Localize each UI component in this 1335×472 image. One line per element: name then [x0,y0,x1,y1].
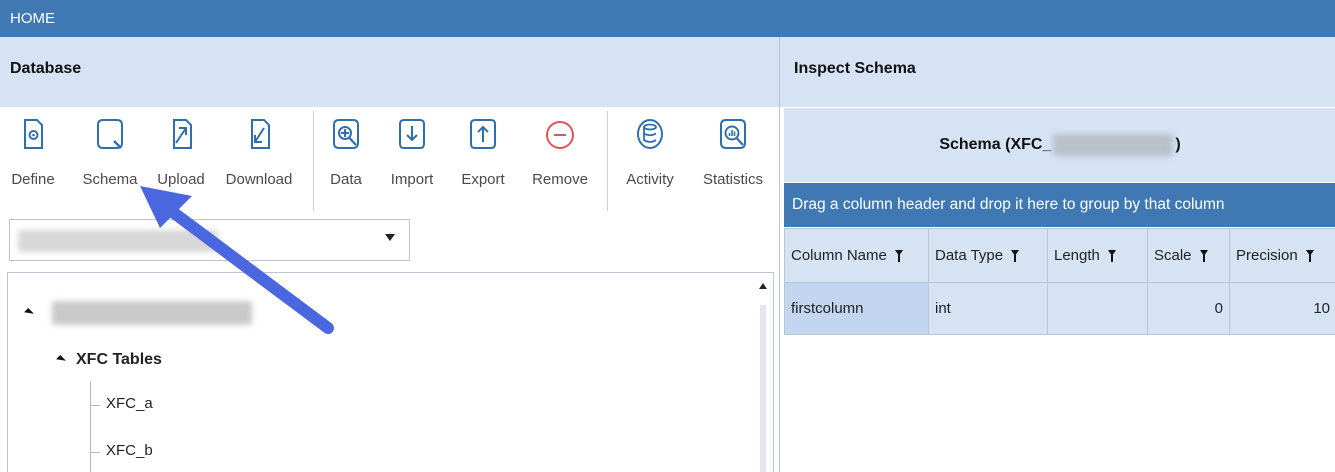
statistics-icon [720,119,746,149]
download-button[interactable]: Download [214,107,304,217]
statistics-label: Statistics [702,171,763,188]
tree-guide-line [90,452,100,453]
data-label: Data [330,171,362,188]
schema-icon [97,119,123,149]
column-header-label: Scale [1154,247,1192,264]
cell-precision[interactable]: 10 [1229,282,1335,335]
export-label: Export [461,171,505,188]
cell-scale[interactable]: 0 [1147,282,1230,335]
download-icon [251,119,270,149]
tree-root-node[interactable] [24,301,252,325]
redacted-table-name [1053,134,1174,156]
import-button[interactable]: Import [380,107,444,217]
export-icon [470,119,496,149]
column-header-column-name[interactable]: Column Name [784,228,929,283]
filter-icon[interactable] [894,250,903,263]
column-header-label: Column Name [791,247,887,264]
tree-guide-line [90,381,91,472]
expand-arrow-icon[interactable] [56,355,66,365]
data-icon [333,119,359,149]
download-label: Download [225,171,293,188]
upload-button[interactable]: Upload [148,107,214,217]
home-tab[interactable]: HOME [0,0,1335,37]
grid-header-row: Column Name Data Type Length Scale Preci… [784,228,1335,283]
cell-data-type[interactable]: int [928,282,1048,335]
schema-caption-prefix: Schema (XFC_ [939,136,1052,153]
column-header-precision[interactable]: Precision [1229,228,1335,283]
scroll-up-icon[interactable] [759,283,767,289]
column-header-label: Precision [1236,247,1298,264]
tree-guide-line [90,405,100,406]
export-button[interactable]: Export [452,107,514,217]
upload-label: Upload [157,171,205,188]
define-label: Define [11,171,55,188]
scroll-track[interactable] [760,305,766,472]
chevron-down-icon[interactable] [385,234,395,241]
tree-folder-label: XFC Tables [76,351,162,368]
database-selector[interactable] [9,219,410,261]
activity-button[interactable]: Activity [614,107,686,217]
tree-item-label: XFC_a [106,395,153,412]
tree-item-table[interactable]: XFC_b [106,442,153,459]
column-header-length[interactable]: Length [1047,228,1148,283]
filter-icon[interactable] [1305,250,1314,263]
cell-length[interactable] [1047,282,1148,335]
database-panel: Database Define Schema Upload Download D… [0,37,779,472]
activity-label: Activity [626,171,674,188]
define-icon [24,119,43,149]
group-by-drop-zone[interactable]: Drag a column header and drop it here to… [784,183,1335,227]
remove-icon [546,121,574,149]
import-label: Import [390,171,434,188]
toolbar-separator [607,111,608,211]
schema-caption: Schema (XFC_ ) [784,108,1335,182]
toolbar-separator [313,111,314,211]
schema-button[interactable]: Schema [72,107,148,217]
statistics-button[interactable]: Statistics [690,107,776,217]
inspect-schema-panel: Inspect Schema Schema (XFC_ ) Drag a col… [779,37,1335,472]
tree-scrollbar[interactable] [756,283,770,472]
column-header-data-type[interactable]: Data Type [928,228,1048,283]
tree-item-table[interactable]: XFC_a [106,395,153,412]
database-toolbar: Define Schema Upload Download Data Impor… [0,107,779,217]
inspect-schema-title: Inspect Schema [780,37,1335,107]
cell-column-name[interactable]: firstcolumn [784,282,929,335]
upload-icon [173,119,192,149]
tree-item-label: XFC_b [106,442,153,459]
table-row[interactable]: firstcolumn int 0 10 [784,282,1335,335]
import-icon [399,119,425,149]
filter-icon[interactable] [1107,250,1116,263]
schema-caption-suffix: ) [1175,136,1181,153]
redacted-root-name [52,301,252,325]
schema-label: Schema [82,171,138,188]
tree-folder-xfc-tables[interactable]: XFC Tables [56,351,162,369]
expand-arrow-icon[interactable] [24,308,34,318]
filter-icon[interactable] [1011,250,1020,263]
remove-button[interactable]: Remove [521,107,599,217]
define-button[interactable]: Define [0,107,66,217]
column-header-scale[interactable]: Scale [1147,228,1230,283]
activity-icon [637,119,663,149]
database-panel-title: Database [0,37,779,107]
column-header-label: Length [1054,247,1100,264]
remove-label: Remove [532,171,588,188]
schema-grid: Column Name Data Type Length Scale Preci… [784,228,1335,335]
data-button[interactable]: Data [318,107,374,217]
table-tree: XFC Tables XFC_a XFC_b [7,272,774,472]
filter-icon[interactable] [1199,250,1208,263]
redacted-value [18,230,218,252]
column-header-label: Data Type [935,247,1004,264]
